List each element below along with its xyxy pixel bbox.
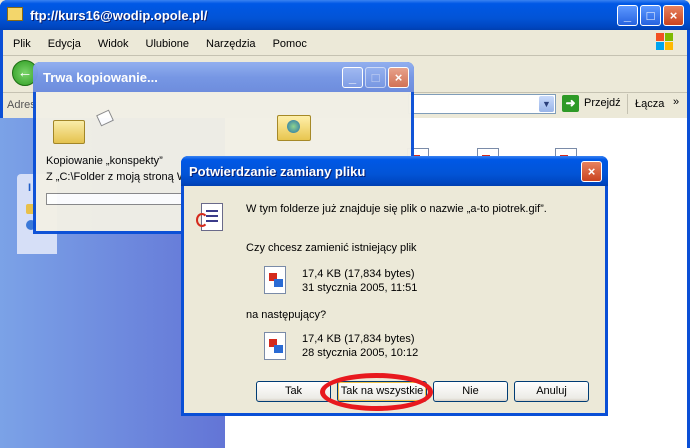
flying-paper-icon <box>96 109 114 127</box>
confirm-dialog-title: Potwierdzanie zamiany pliku <box>189 164 366 179</box>
existing-size: 17,4 KB (17,834 bytes) <box>302 268 415 280</box>
confirm-titlebar[interactable]: Potwierdzanie zamiany pliku × <box>181 156 608 186</box>
menu-separator <box>3 55 687 56</box>
globe-icon <box>287 120 300 133</box>
copy-line1: Kopiowanie „konspekty” <box>46 155 163 167</box>
copy-close-button[interactable]: × <box>388 67 409 88</box>
menu-item[interactable]: Pomoc <box>273 38 307 50</box>
existing-date: 31 stycznia 2005, 11:51 <box>302 282 418 294</box>
file-replace-icon <box>196 203 223 231</box>
address-field[interactable]: ▼ <box>408 94 556 114</box>
go-label: Przejdź <box>584 97 621 109</box>
close-button[interactable]: × <box>663 5 684 26</box>
copy-minimize-button[interactable]: _ <box>342 67 363 88</box>
source-folder-icon <box>53 120 85 144</box>
explorer-titlebar[interactable]: ftp://kurs16@wodip.opole.pl/ _ □ × <box>0 0 690 30</box>
explorer-title: ftp://kurs16@wodip.opole.pl/ <box>30 8 208 23</box>
links-label[interactable]: Łącza <box>635 98 664 110</box>
back-arrow-icon: ← <box>17 64 33 81</box>
minimize-button[interactable]: _ <box>617 5 638 26</box>
confirm-close-button[interactable]: × <box>581 161 602 182</box>
menu-item[interactable]: Narzędzia <box>206 38 256 50</box>
menu-bar: Plik Edycja Widok Ulubione Narzędzia Pom… <box>13 35 321 53</box>
windows-logo-icon <box>654 32 676 52</box>
task-panel-heading: I <box>28 182 32 194</box>
new-size: 17,4 KB (17,834 bytes) <box>302 333 415 345</box>
copy-line2: Z „C:\Folder z moją stroną W <box>46 171 188 183</box>
destination-folder-icon <box>277 115 311 141</box>
address-dropdown-button[interactable]: ▼ <box>539 96 554 112</box>
menu-item[interactable]: Edycja <box>48 38 81 50</box>
no-button[interactable]: Nie <box>433 381 508 402</box>
new-date: 28 stycznia 2005, 10:12 <box>302 347 419 359</box>
go-arrow-icon: ➜ <box>562 95 579 112</box>
menu-item[interactable]: Widok <box>98 38 129 50</box>
copy-progress-bar <box>46 193 186 205</box>
copy-maximize-button: □ <box>365 67 386 88</box>
copy-titlebar[interactable]: Trwa kopiowanie... _ □ × <box>33 62 414 92</box>
address-separator <box>627 94 628 114</box>
menu-item[interactable]: Plik <box>13 38 31 50</box>
address-label: Adres <box>7 99 36 111</box>
links-chevron-icon[interactable]: » <box>673 96 679 108</box>
existing-gif-file-icon <box>264 266 286 294</box>
maximize-button[interactable]: □ <box>640 5 661 26</box>
new-gif-file-icon <box>264 332 286 360</box>
menu-item[interactable]: Ulubione <box>146 38 189 50</box>
ftp-folder-icon <box>7 7 23 21</box>
copy-dialog-title: Trwa kopiowanie... <box>43 70 158 85</box>
highlight-ring <box>320 373 433 411</box>
cancel-button[interactable]: Anuluj <box>514 381 589 402</box>
new-file-label: na następujący? <box>246 309 327 321</box>
confirm-message: W tym folderze już znajduje się plik o n… <box>246 203 547 215</box>
confirm-question: Czy chcesz zamienić istniejący plik <box>246 242 417 254</box>
